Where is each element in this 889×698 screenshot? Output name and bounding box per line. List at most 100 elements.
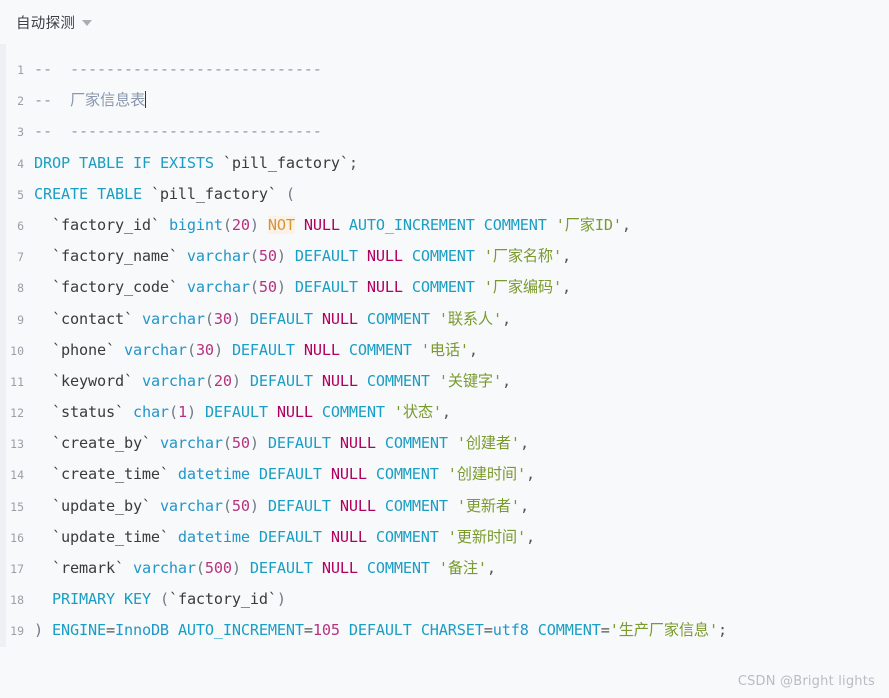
- code-content[interactable]: `factory_code` varchar(50) DEFAULT NULL …: [34, 272, 571, 303]
- code-line[interactable]: 13 `create_by` varchar(50) DEFAULT NULL …: [0, 428, 889, 459]
- token-type: utf8: [492, 621, 529, 640]
- code-line[interactable]: 9 `contact` varchar(30) DEFAULT NULL COM…: [0, 304, 889, 335]
- code-line[interactable]: 18 PRIMARY KEY (`factory_id`): [0, 584, 889, 615]
- code-line[interactable]: 4 DROP TABLE IF EXISTS `pill_factory`;: [0, 148, 889, 179]
- token-ident: `keyword`: [52, 371, 133, 390]
- code-line[interactable]: 15 `update_by` varchar(50) DEFAULT NULL …: [0, 491, 889, 522]
- token-ident: `factory_id`: [52, 215, 160, 234]
- token-str: '厂家编码': [483, 278, 562, 297]
- token-kw: TABLE: [96, 184, 142, 203]
- language-detect-dropdown[interactable]: 自动探测: [16, 12, 93, 33]
- token-punct: ,: [621, 215, 631, 234]
- chevron-down-icon[interactable]: [82, 20, 93, 26]
- token-paren: ): [186, 403, 196, 422]
- token-num: 500: [204, 559, 232, 577]
- token-ident: `update_time`: [52, 527, 169, 546]
- token-kw: EXISTS: [159, 153, 214, 172]
- code-line[interactable]: 19) ENGINE=InnoDB AUTO_INCREMENT=105 DEF…: [0, 615, 889, 646]
- token-paren: ): [231, 371, 241, 390]
- token-kw: ENGINE: [52, 621, 106, 640]
- token-paren: ): [276, 590, 286, 609]
- token-null: NULL: [339, 434, 376, 453]
- sql-code-editor[interactable]: 1 -- ---------------------------- 2 -- 厂家信息…: [0, 44, 889, 647]
- code-line[interactable]: 5 CREATE TABLE `pill_factory` (: [0, 179, 889, 210]
- code-content[interactable]: `create_by` varchar(50) DEFAULT NULL COM…: [34, 428, 529, 459]
- code-line[interactable]: 1 -- ----------------------------: [0, 54, 889, 85]
- code-content[interactable]: `update_by` varchar(50) DEFAULT NULL COM…: [34, 491, 529, 522]
- code-content[interactable]: `phone` varchar(30) DEFAULT NULL COMMENT…: [34, 335, 478, 366]
- code-content[interactable]: `status` char(1) DEFAULT NULL COMMENT '状…: [34, 397, 451, 428]
- token-num: 20: [231, 215, 250, 234]
- code-line[interactable]: 17 `remark` varchar(500) DEFAULT NULL CO…: [0, 553, 889, 584]
- token-kw: TABLE: [78, 153, 124, 172]
- code-line[interactable]: 12 `status` char(1) DEFAULT NULL COMMENT…: [0, 397, 889, 428]
- code-line[interactable]: 6 `factory_id` bigint(20) NOT NULL AUTO_…: [0, 210, 889, 241]
- token-kw: COMMENT: [411, 247, 475, 266]
- code-content[interactable]: DROP TABLE IF EXISTS `pill_factory`;: [34, 148, 358, 179]
- code-content[interactable]: -- ----------------------------: [34, 116, 322, 147]
- code-content[interactable]: `contact` varchar(30) DEFAULT NULL COMME…: [34, 304, 511, 335]
- token-str: '更新者': [456, 496, 520, 515]
- code-content[interactable]: `remark` varchar(500) DEFAULT NULL COMME…: [34, 553, 496, 584]
- token-type: varchar: [159, 496, 223, 515]
- token-not: NOT: [267, 215, 295, 234]
- code-content[interactable]: -- ----------------------------: [34, 54, 322, 85]
- code-content[interactable]: -- 厂家信息表: [34, 85, 147, 116]
- token-num: 50: [231, 496, 250, 515]
- token-kw: COMMENT: [321, 403, 385, 422]
- token-ident: `remark`: [52, 559, 124, 577]
- code-line[interactable]: 11 `keyword` varchar(20) DEFAULT NULL CO…: [0, 366, 889, 397]
- code-line[interactable]: 3 -- ----------------------------: [0, 116, 889, 147]
- code-content[interactable]: `factory_name` varchar(50) DEFAULT NULL …: [34, 241, 571, 272]
- code-line[interactable]: 8 `factory_code` varchar(50) DEFAULT NUL…: [0, 272, 889, 303]
- token-kw: COMMENT: [537, 621, 601, 640]
- token-kw: COMMENT: [366, 371, 430, 390]
- token-paren: (: [249, 247, 259, 266]
- code-line[interactable]: 2 -- 厂家信息表: [0, 85, 889, 116]
- token-str: '厂家ID': [555, 215, 622, 234]
- code-line-list[interactable]: 1 -- ---------------------------- 2 -- 厂家信息…: [0, 54, 889, 647]
- code-content[interactable]: `keyword` varchar(20) DEFAULT NULL COMME…: [34, 366, 511, 397]
- token-comment: -- ----------------------------: [34, 60, 322, 78]
- token-comment: -- 厂家信息表: [34, 91, 146, 110]
- code-line[interactable]: 14 `create_time` datetime DEFAULT NULL C…: [0, 459, 889, 490]
- token-paren: ): [249, 496, 259, 515]
- token-paren: (: [285, 184, 295, 203]
- token-ident: `factory_name`: [52, 247, 178, 266]
- token-punct: =: [483, 621, 493, 640]
- code-content[interactable]: `factory_id` bigint(20) NOT NULL AUTO_IN…: [34, 210, 631, 241]
- code-line[interactable]: 10 `phone` varchar(30) DEFAULT NULL COMM…: [0, 335, 889, 366]
- code-content[interactable]: PRIMARY KEY (`factory_id`): [34, 584, 286, 615]
- code-line[interactable]: 16 `update_time` datetime DEFAULT NULL C…: [0, 522, 889, 553]
- code-content[interactable]: CREATE TABLE `pill_factory` (: [34, 179, 295, 210]
- token-type: varchar: [159, 434, 223, 453]
- code-content[interactable]: `update_time` datetime DEFAULT NULL COMM…: [34, 522, 535, 553]
- gutter-edge: [0, 44, 6, 647]
- code-content[interactable]: ) ENGINE=InnoDB AUTO_INCREMENT=105 DEFAU…: [34, 615, 727, 646]
- code-content[interactable]: `create_time` datetime DEFAULT NULL COMM…: [34, 459, 535, 490]
- token-num: 1: [177, 403, 187, 422]
- token-type: varchar: [186, 247, 250, 266]
- code-line[interactable]: 7 `factory_name` varchar(50) DEFAULT NUL…: [0, 241, 889, 272]
- token-punct: ;: [717, 621, 727, 640]
- token-punct: ,: [561, 278, 571, 297]
